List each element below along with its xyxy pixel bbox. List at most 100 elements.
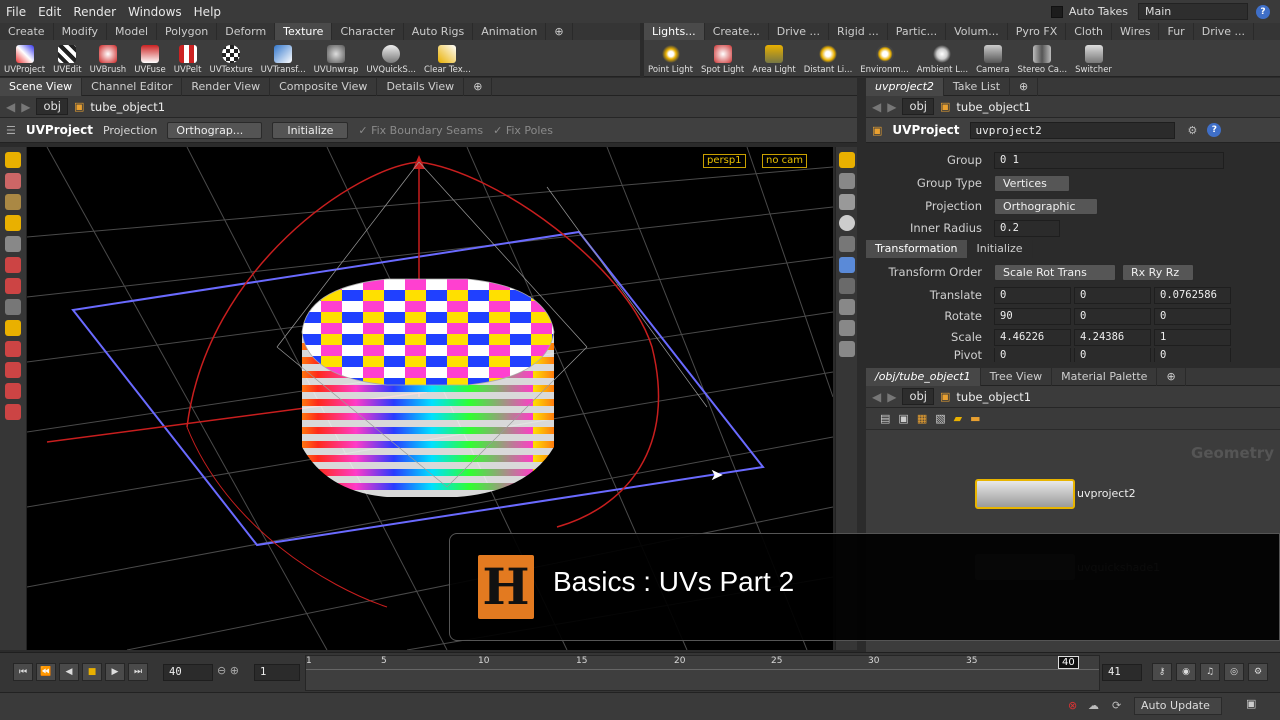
tool-distant-light[interactable]: Distant Li... bbox=[800, 40, 857, 77]
tab-render-view[interactable]: Render View bbox=[182, 77, 271, 96]
shelf-tab-rigid[interactable]: Rigid ... bbox=[829, 23, 888, 40]
shelf-tab-texture[interactable]: Texture bbox=[275, 23, 333, 40]
rotate-y-field[interactable]: 0 bbox=[1074, 307, 1151, 325]
network-forward-icon[interactable]: ▶ bbox=[887, 390, 896, 404]
tool-uvedit[interactable]: UVEdit bbox=[49, 40, 86, 77]
no-cam-menu[interactable]: no cam bbox=[762, 154, 808, 168]
snap-tool-icon[interactable] bbox=[5, 320, 21, 336]
shelf-tab-drive-2[interactable]: Drive ... bbox=[1194, 23, 1255, 40]
add-shelf-tab-icon[interactable]: ⊕ bbox=[546, 23, 573, 40]
normal-display-icon[interactable] bbox=[838, 278, 855, 294]
node-help-icon[interactable]: ? bbox=[1207, 123, 1222, 137]
tab-tree-view[interactable]: Tree View bbox=[981, 367, 1053, 386]
scope-icon[interactable]: ◎ bbox=[1224, 663, 1244, 681]
tool-point-light[interactable]: Point Light bbox=[644, 40, 697, 77]
menu-file[interactable]: File bbox=[0, 5, 32, 19]
shelf-tab-fur[interactable]: Fur bbox=[1159, 23, 1194, 40]
projection-select[interactable]: Orthograp... bbox=[167, 121, 263, 139]
shelf-tab-drive[interactable]: Drive ... bbox=[769, 23, 830, 40]
pivot-z-field[interactable]: 0 bbox=[1154, 348, 1231, 362]
display-options-icon[interactable] bbox=[838, 152, 855, 168]
tool-uvpelt[interactable]: UVPelt bbox=[170, 40, 206, 77]
node-name-field[interactable]: uvproject2 bbox=[969, 121, 1175, 139]
keys-icon[interactable]: ⚷ bbox=[1152, 663, 1172, 681]
params-path-root[interactable]: obj bbox=[902, 98, 934, 115]
tool-uvtransform[interactable]: UVTransf... bbox=[257, 40, 310, 77]
tool-uvunwrap[interactable]: UVUnwrap bbox=[310, 40, 363, 77]
menu-windows[interactable]: Windows bbox=[122, 5, 188, 19]
scale-z-field[interactable]: 1 bbox=[1154, 328, 1231, 346]
scale-tool-icon[interactable] bbox=[5, 299, 21, 315]
shelf-tab-model[interactable]: Model bbox=[107, 23, 158, 40]
tab-initialize[interactable]: Initialize bbox=[968, 240, 1033, 258]
network-box-icon[interactable]: ▬ bbox=[970, 412, 980, 425]
handle-tool-icon[interactable] bbox=[5, 173, 21, 189]
rotate-x-field[interactable]: 90 bbox=[994, 307, 1071, 325]
pivot-x-field[interactable]: 0 bbox=[994, 348, 1071, 362]
auto-takes-checkbox[interactable] bbox=[1050, 5, 1063, 18]
play-reverse-icon[interactable]: ◀ bbox=[59, 663, 79, 681]
play-icon[interactable]: ▶ bbox=[105, 663, 125, 681]
forward-arrow-icon[interactable]: ▶ bbox=[21, 100, 30, 114]
network-path-node[interactable]: tube_object1 bbox=[956, 390, 1031, 404]
realtime-icon[interactable]: ◉ bbox=[1176, 663, 1196, 681]
layout-icon[interactable]: ▧ bbox=[935, 412, 945, 425]
params-path-node[interactable]: tube_object1 bbox=[956, 100, 1031, 114]
auto-update-select[interactable]: Auto Update bbox=[1134, 697, 1222, 715]
menu-render[interactable]: Render bbox=[67, 5, 122, 19]
tab-details-view[interactable]: Details View bbox=[377, 77, 465, 96]
params-forward-icon[interactable]: ▶ bbox=[887, 100, 896, 114]
list-view-icon[interactable]: ▤ bbox=[880, 412, 890, 425]
vertex-display-icon[interactable] bbox=[838, 320, 855, 336]
select-tool-icon[interactable] bbox=[5, 152, 21, 168]
shelf-tab-auto-rigs[interactable]: Auto Rigs bbox=[404, 23, 474, 40]
tab-composite-view[interactable]: Composite View bbox=[270, 77, 378, 96]
projection-param-select[interactable]: Orthographic bbox=[994, 197, 1098, 215]
lighting-icon[interactable] bbox=[838, 215, 855, 231]
stop-icon[interactable]: ■ bbox=[82, 663, 102, 681]
fix-poles-checkbox[interactable]: ✓ Fix Poles bbox=[493, 124, 553, 137]
shelf-tab-deform[interactable]: Deform bbox=[217, 23, 276, 40]
shelf-tab-wires[interactable]: Wires bbox=[1112, 23, 1160, 40]
network-back-icon[interactable]: ◀ bbox=[872, 390, 881, 404]
path-root[interactable]: obj bbox=[36, 98, 68, 115]
tool-stereo-camera[interactable]: Stereo Ca... bbox=[1013, 40, 1071, 77]
shelf-tab-lights[interactable]: Lights... bbox=[644, 23, 705, 40]
add-network-tab-icon[interactable]: ⊕ bbox=[1157, 367, 1186, 386]
jump-start-icon[interactable]: ⏮ bbox=[13, 663, 33, 681]
translate-z-field[interactable]: 0.0762586 bbox=[1154, 286, 1231, 304]
tool-ambient-light[interactable]: Ambient L... bbox=[913, 40, 972, 77]
desktop-select[interactable]: Main bbox=[1138, 3, 1248, 20]
sculpt-tool-icon[interactable] bbox=[5, 404, 21, 420]
node-settings-icon[interactable]: ⚙ bbox=[1188, 124, 1198, 137]
step-back-icon[interactable]: ⏪ bbox=[36, 663, 56, 681]
tool-uvproject[interactable]: UVProject bbox=[0, 40, 49, 77]
grid-view-icon[interactable]: ▦ bbox=[917, 412, 927, 425]
shelf-tab-polygon[interactable]: Polygon bbox=[157, 23, 218, 40]
error-status-icon[interactable]: ⊗ bbox=[1068, 699, 1077, 712]
node-uvproject2[interactable] bbox=[975, 479, 1075, 509]
tool-spot-light[interactable]: Spot Light bbox=[697, 40, 748, 77]
help-icon[interactable]: ? bbox=[1256, 4, 1270, 19]
cloud-status-icon[interactable]: ☁ bbox=[1088, 699, 1099, 712]
params-back-icon[interactable]: ◀ bbox=[872, 100, 881, 114]
shelf-tab-create-2[interactable]: Create... bbox=[705, 23, 769, 40]
frame-step-icon[interactable]: ⊖ ⊕ bbox=[217, 664, 239, 677]
tool-uvfuse[interactable]: UVFuse bbox=[130, 40, 170, 77]
shelf-tab-cloth[interactable]: Cloth bbox=[1066, 23, 1112, 40]
add-param-tab-icon[interactable]: ⊕ bbox=[1010, 77, 1039, 96]
rotate-tool-icon[interactable] bbox=[5, 278, 21, 294]
tool-environment-light[interactable]: Environm... bbox=[856, 40, 912, 77]
transform-order-select[interactable]: Scale Rot Trans bbox=[994, 263, 1116, 281]
global-anim-icon[interactable]: ⚙ bbox=[1248, 663, 1268, 681]
menu-edit[interactable]: Edit bbox=[32, 5, 67, 19]
ghost-icon[interactable] bbox=[838, 236, 855, 252]
playhead-marker[interactable]: 40 bbox=[1058, 656, 1079, 669]
initialize-button[interactable]: Initialize bbox=[272, 121, 349, 139]
tab-scene-view[interactable]: Scene View bbox=[0, 77, 83, 96]
pose-tool-icon[interactable] bbox=[5, 194, 21, 210]
sticky-note-icon[interactable]: ▰ bbox=[954, 412, 962, 425]
fix-boundary-seams-checkbox[interactable]: ✓ Fix Boundary Seams bbox=[358, 124, 483, 137]
audio-icon[interactable]: ♫ bbox=[1200, 663, 1220, 681]
current-frame-field[interactable]: 40 bbox=[163, 664, 213, 681]
